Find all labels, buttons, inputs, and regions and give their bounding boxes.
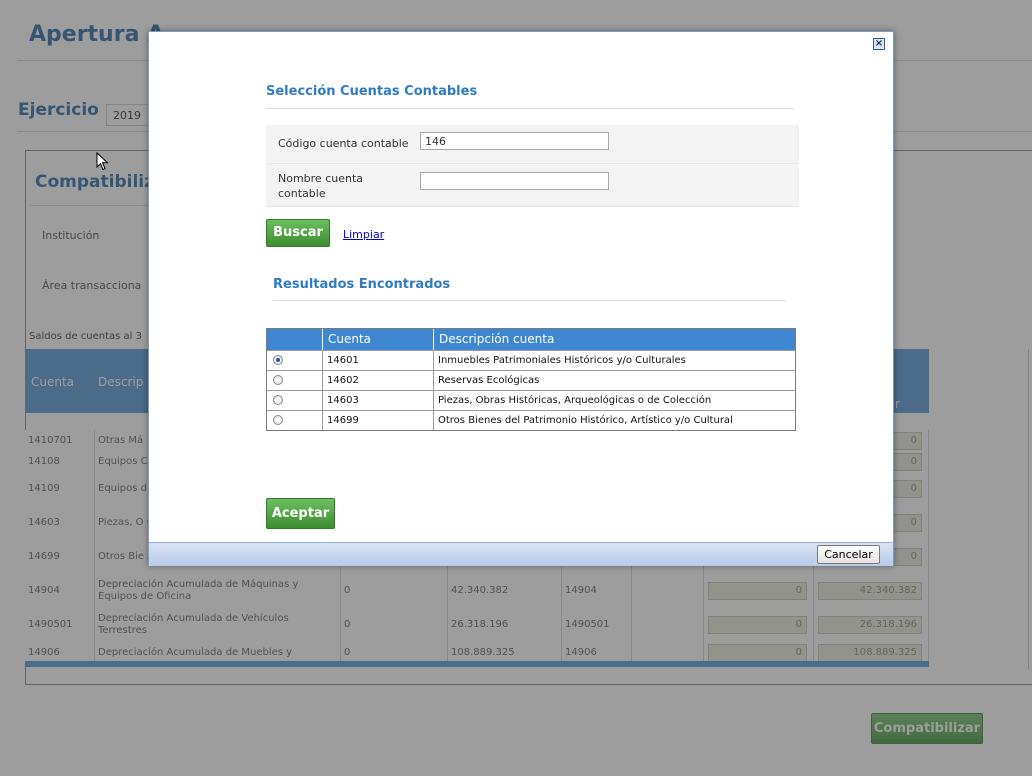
- codigo-input[interactable]: [420, 132, 609, 150]
- radio-icon[interactable]: [273, 375, 283, 385]
- nombre-row: Nombre cuenta contable: [266, 164, 799, 207]
- nombre-input[interactable]: [420, 172, 609, 190]
- result-cuenta: 14603: [323, 391, 434, 410]
- result-descripcion: Reservas Ecológicas: [438, 375, 540, 386]
- result-descripcion: Piezas, Obras Históricas, Arqueológicas …: [438, 395, 712, 406]
- selection-title: Selección Cuentas Contables: [266, 84, 478, 99]
- result-row[interactable]: 14603 Piezas, Obras Históricas, Arqueológ…: [267, 390, 795, 410]
- result-row[interactable]: 14601 Inmuebles Patrimoniales Históricos …: [267, 350, 795, 370]
- result-cuenta: 14699: [323, 411, 434, 430]
- results-table: Cuenta Descripción cuenta 14601 Inmuebles…: [266, 328, 796, 431]
- codigo-label: Código cuenta contable: [278, 137, 409, 150]
- results-divider: [273, 300, 786, 301]
- result-cuenta: 14602: [323, 371, 434, 390]
- selection-divider: [266, 108, 794, 109]
- result-cuenta: 14601: [323, 351, 434, 370]
- col-cuenta-header: Cuenta: [323, 329, 434, 350]
- radio-icon[interactable]: [273, 395, 283, 405]
- radio-cell: [267, 391, 323, 410]
- radio-cell: [267, 411, 323, 430]
- col-radio-header: [267, 329, 323, 350]
- aceptar-button[interactable]: Aceptar: [266, 498, 335, 529]
- result-row[interactable]: 14602 Reservas Ecológicas: [267, 370, 795, 390]
- nombre-label: Nombre cuenta contable: [278, 172, 364, 200]
- cancelar-button[interactable]: Cancelar: [817, 545, 880, 564]
- result-descripcion: Otros Bienes del Patrimonio Histórico, A…: [438, 415, 733, 426]
- radio-cell: [267, 351, 323, 370]
- codigo-row: Código cuenta contable: [266, 125, 799, 164]
- result-row[interactable]: 14699 Otros Bienes del Patrimonio Históri…: [267, 410, 795, 430]
- radio-cell: [267, 371, 323, 390]
- mouse-cursor-icon: [96, 152, 109, 171]
- close-icon[interactable]: ×: [873, 38, 885, 50]
- radio-icon[interactable]: [273, 415, 283, 425]
- results-title: Resultados Encontrados: [273, 277, 451, 292]
- col-descripcion-header: Descripción cuenta: [439, 332, 555, 346]
- dialog-footer: Cancelar: [149, 542, 893, 566]
- results-header: Cuenta Descripción cuenta: [267, 329, 795, 350]
- account-selection-dialog: × Selección Cuentas Contables Código cue…: [148, 31, 894, 566]
- limpiar-link[interactable]: Limpiar: [343, 228, 384, 241]
- radio-selected-icon[interactable]: [273, 355, 283, 365]
- buscar-button[interactable]: Buscar: [266, 219, 330, 247]
- result-descripcion: Inmuebles Patrimoniales Históricos y/o C…: [438, 355, 686, 366]
- results-body: 14601 Inmuebles Patrimoniales Históricos …: [267, 350, 795, 430]
